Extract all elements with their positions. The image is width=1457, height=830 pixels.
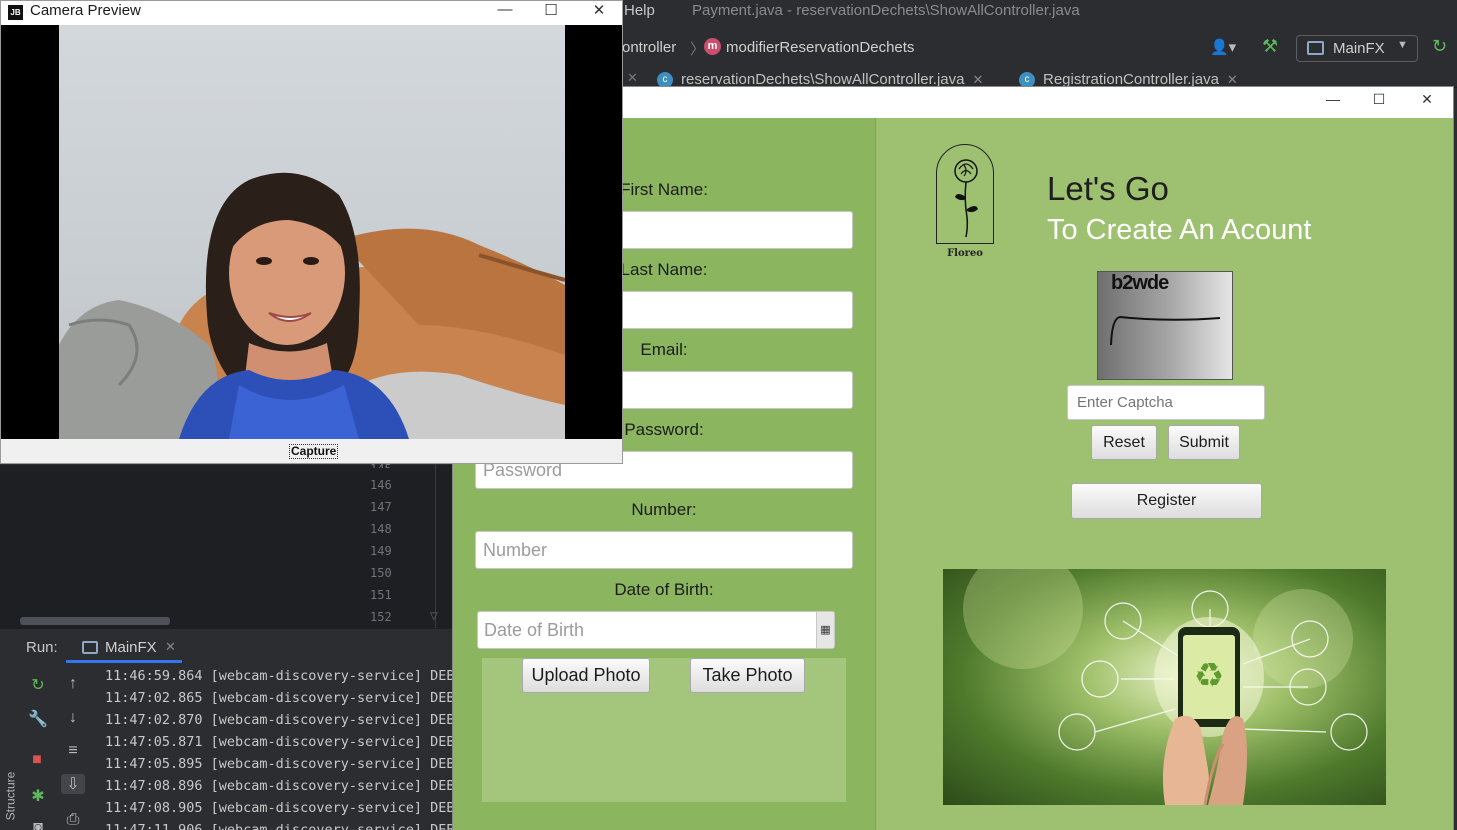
line-number: 151 <box>370 588 392 602</box>
log-line: 11:47:05.871 [webcam-discovery-service] … <box>105 734 455 750</box>
horizontal-scrollbar[interactable] <box>20 617 170 625</box>
camera-control-bar: Capture <box>1 439 622 463</box>
run-tool-window: Run: MainFX ✕ ↻ 🔧 ■ ✱ ◙ ↑ ↓ ≡ ⇩ ⎙ Struct… <box>0 628 455 830</box>
close-icon[interactable]: ✕ <box>165 639 176 655</box>
log-line: 11:47:02.865 [webcam-discovery-service] … <box>105 690 455 706</box>
run-label: Run: <box>26 639 58 656</box>
minimize-icon[interactable]: — <box>485 1 525 18</box>
number-field[interactable]: Number <box>475 531 853 569</box>
webcam-person-image <box>59 172 565 439</box>
take-photo-button[interactable]: Take Photo <box>690 658 805 693</box>
upload-photo-button[interactable]: Upload Photo <box>522 658 650 693</box>
close-icon[interactable]: ✕ <box>1407 91 1447 108</box>
date-of-birth-picker[interactable]: Date of Birth ▦ <box>477 611 835 649</box>
log-line: 11:47:08.905 [webcam-discovery-service] … <box>105 800 455 816</box>
console-output[interactable]: 11:46:59.864 [webcam-discovery-service] … <box>105 665 455 830</box>
rose-icon <box>954 159 978 238</box>
calendar-icon[interactable]: ▦ <box>816 612 834 648</box>
soft-wrap-icon[interactable]: ≡ <box>63 742 83 760</box>
line-number: 148 <box>370 522 392 536</box>
minimize-icon[interactable]: — <box>1313 91 1353 107</box>
webcam-feed <box>1 25 622 439</box>
build-hammer-icon[interactable]: ⚒ <box>1262 36 1278 57</box>
fold-icon[interactable]: ▽ <box>430 611 438 622</box>
capture-button[interactable]: Capture <box>289 444 339 459</box>
breadcrumb-class[interactable]: ontroller <box>622 39 676 56</box>
close-icon[interactable]: ✕ <box>579 1 619 19</box>
tab-close-icon[interactable]: ✕ <box>1227 72 1238 87</box>
debug-bug-icon[interactable]: ✱ <box>28 786 48 806</box>
register-button[interactable]: Register <box>1071 483 1262 519</box>
tab-close-icon[interactable]: ✕ <box>972 72 983 87</box>
webcam-frame <box>59 25 565 439</box>
number-label: Number: <box>631 500 697 519</box>
log-line: 11:47:05.895 [webcam-discovery-service] … <box>105 756 455 772</box>
user-account-icon[interactable]: 👤▾ <box>1210 38 1236 56</box>
chevron-down-icon: ▼ <box>1397 39 1408 51</box>
app-window-icon <box>1307 41 1324 55</box>
date-of-birth-label: Date of Birth: <box>614 580 714 599</box>
svg-text:♻: ♻ <box>1194 656 1224 696</box>
run-tab-mainfx[interactable]: MainFX ✕ <box>66 633 182 663</box>
reset-button[interactable]: Reset <box>1091 425 1157 460</box>
eco-technology-image: ♻ <box>943 569 1386 805</box>
arrow-up-icon[interactable]: ↑ <box>63 675 83 693</box>
registration-info-panel: Floreo Let's Go To Create An Acount b2wd… <box>875 118 1453 830</box>
maximize-icon[interactable]: ☐ <box>531 1 571 19</box>
arrow-down-icon[interactable]: ↓ <box>63 709 83 727</box>
log-line: 11:47:08.896 [webcam-discovery-service] … <box>105 778 455 794</box>
code-editor[interactable]: 145 146 147 148 149 150 151 152 ▽ <box>0 462 455 628</box>
line-number: 150 <box>370 566 392 580</box>
run-tab-label: MainFX <box>105 639 157 656</box>
run-configuration-select[interactable]: MainFX ▼ <box>1296 35 1418 62</box>
hand-smartphone-recycle-illustration: ♻ <box>963 569 1368 805</box>
camera-window-title: Camera Preview <box>30 2 141 19</box>
captcha-input[interactable] <box>1067 385 1265 420</box>
ide-title: Payment.java - reservationDechets\ShowAl… <box>692 2 1080 19</box>
page-title: Let's Go <box>1047 170 1169 207</box>
line-number: 149 <box>370 544 392 558</box>
structure-tool-label[interactable]: Structure <box>3 772 17 821</box>
logo-name: Floreo <box>947 248 983 259</box>
page-subtitle: To Create An Acount <box>1047 214 1312 246</box>
floreo-logo <box>936 144 994 244</box>
stop-icon[interactable]: ■ <box>27 751 47 769</box>
print-icon[interactable]: ⎙ <box>63 811 83 829</box>
breadcrumb-method[interactable]: modifierReservationDechets <box>726 39 914 56</box>
tab-close-icon[interactable]: ✕ <box>627 70 638 86</box>
line-number: 147 <box>370 500 392 514</box>
maximize-icon[interactable]: ☐ <box>1359 91 1399 108</box>
rerun-icon[interactable]: ↻ <box>28 675 48 695</box>
captcha-image: b2wde <box>1097 271 1233 380</box>
log-line: 11:47:02.870 [webcam-discovery-service] … <box>105 712 455 728</box>
camera-titlebar[interactable]: JB Camera Preview — ☐ ✕ <box>1 1 622 25</box>
submit-button[interactable]: Submit <box>1168 425 1240 460</box>
wrench-icon[interactable]: 🔧 <box>28 709 48 729</box>
camera-icon[interactable]: ◙ <box>28 819 48 830</box>
line-number: 146 <box>370 478 392 492</box>
rerun-icon[interactable]: ↻ <box>1432 36 1447 57</box>
breadcrumb-separator-icon: 〉 <box>690 41 706 58</box>
run-configuration-label: MainFX <box>1333 40 1385 57</box>
camera-preview-window: JB Camera Preview — ☐ ✕ Capture <box>0 0 623 464</box>
captcha-noise-line <box>1110 315 1221 346</box>
date-of-birth-placeholder: Date of Birth <box>484 620 585 640</box>
line-number: 152 <box>370 610 392 624</box>
app-window-icon <box>82 641 98 654</box>
log-line: 11:47:11.906 [webcam-discovery-service] … <box>105 822 455 830</box>
scroll-to-end-icon[interactable]: ⇩ <box>61 774 85 794</box>
jetbrains-app-icon: JB <box>8 5 23 20</box>
log-line: 11:46:59.864 [webcam-discovery-service] … <box>105 668 455 684</box>
method-icon: m <box>704 38 721 55</box>
menu-help[interactable]: Help <box>624 2 655 19</box>
